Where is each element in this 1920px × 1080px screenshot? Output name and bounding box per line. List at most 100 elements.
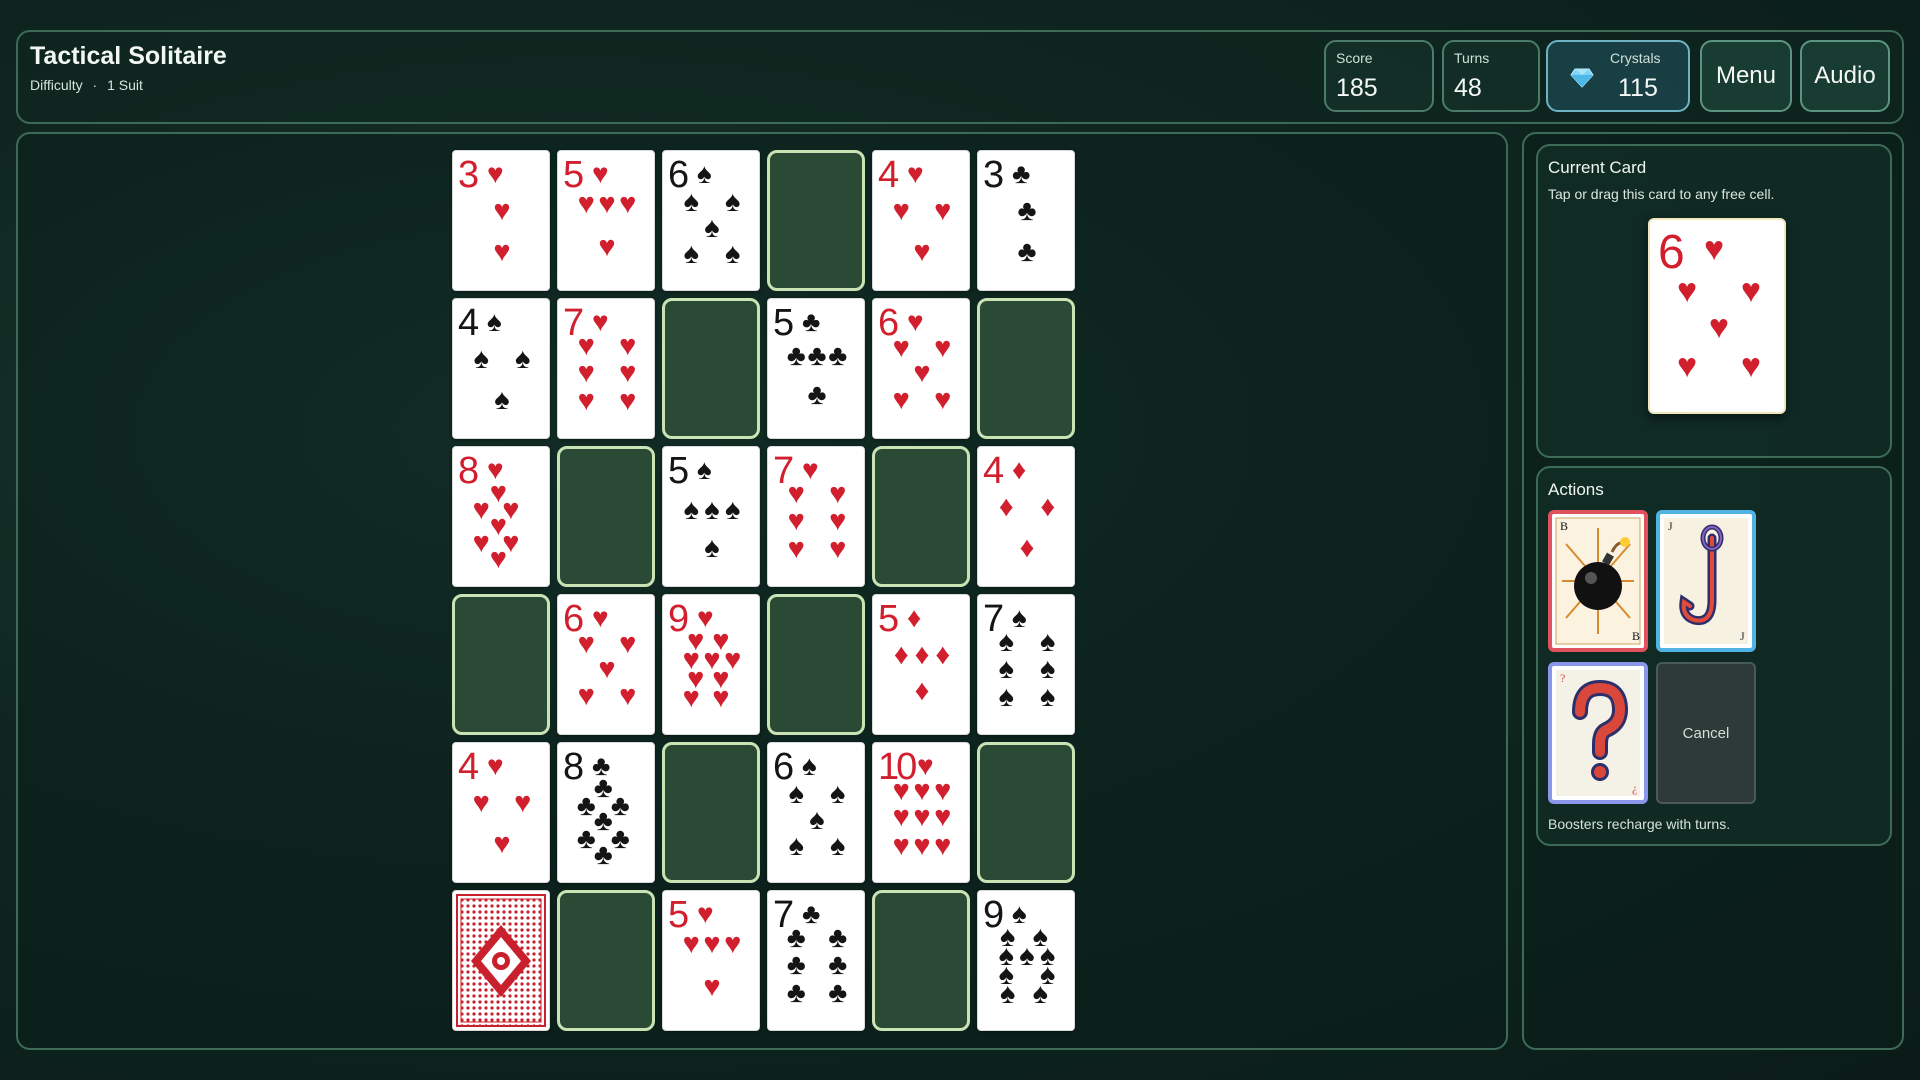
card-9-of-spades[interactable]: 9 ♠ ♠ ♠ ♠ ♠ ♠ ♠ ♠ ♠ ♠ [977, 890, 1075, 1031]
card-5-of-spades[interactable]: 5 ♠ ♠ ♠ ♠ ♠ [662, 446, 760, 587]
spades-pip-icon: ♠ [704, 211, 720, 244]
card-7-of-clubs[interactable]: 7 ♣ ♣ ♣ ♣ ♣ ♣ ♣ [767, 890, 865, 1031]
card-8-of-clubs[interactable]: 8 ♣ ♣ ♣ ♣ ♣ ♣ ♣ ♣ [557, 742, 655, 883]
actions-panel: Actions B B J J ? ¿ Cancel Boosters rech… [1536, 466, 1892, 846]
card-7-of-hearts[interactable]: 7 ♥ ♥ ♥ ♥ ♥ ♥ ♥ [557, 298, 655, 439]
clubs-pip-icon: ♣ [807, 378, 827, 411]
free-cell[interactable] [557, 446, 655, 587]
hearts-pip-icon: ♥ [682, 681, 700, 714]
clubs-suit-icon: ♣ [1012, 158, 1031, 189]
crystals-value: 115 [1618, 74, 1658, 102]
crystals-box[interactable]: Crystals 115 [1546, 40, 1690, 112]
diamonds-pip-icon: ♦ [914, 674, 930, 707]
face-down-card[interactable] [452, 890, 550, 1031]
hearts-pip-icon: ♥ [703, 970, 721, 1003]
crystal-icon [1570, 68, 1594, 88]
turns-value: 48 [1454, 74, 1482, 102]
spades-pip-icon: ♠ [725, 493, 741, 526]
current-card-hint: Tap or drag this card to any free cell. [1548, 186, 1775, 202]
game-board: 3 ♥ ♥ ♥ 5 ♥ ♥ ♥ ♥ ♥ 6 ♠ ♠ ♠ ♠ ♠ ♠ 4 ♥ ♥ ♥ ♥ 3 ♣ ♣ ♣ 4 ♠ ♠ ♠ ♠ 7 ♥ ♥ ♥ ♥ ♥ ♥ ♥ 5… [16, 132, 1508, 1050]
hearts-pip-icon: ♥ [493, 827, 511, 860]
card-6-of-spades[interactable]: 6 ♠ ♠ ♠ ♠ ♠ ♠ [662, 150, 760, 291]
spades-pip-icon: ♠ [1040, 680, 1056, 713]
card-4-of-spades[interactable]: 4 ♠ ♠ ♠ ♠ [452, 298, 550, 439]
hearts-pip-icon: ♥ [493, 235, 511, 268]
hearts-pip-icon: ♥ [619, 679, 637, 712]
crystals-label: Crystals [1610, 50, 1661, 66]
free-cell[interactable] [662, 298, 760, 439]
separator: · [92, 77, 98, 93]
card-4-of-hearts[interactable]: 4 ♥ ♥ ♥ ♥ [452, 742, 550, 883]
current-card-panel: Current Card Tap or drag this card to an… [1536, 144, 1892, 458]
free-cell[interactable] [977, 298, 1075, 439]
clubs-pip-icon: ♣ [828, 976, 848, 1009]
actions-note: Boosters recharge with turns. [1548, 816, 1731, 832]
spades-pip-icon: ♠ [788, 829, 804, 862]
free-cell[interactable] [872, 890, 970, 1031]
bomb-booster-button[interactable]: B B [1548, 510, 1648, 652]
diamonds-pip-icon: ♦ [1040, 491, 1056, 524]
card-5-of-hearts[interactable]: 5 ♥ ♥ ♥ ♥ ♥ [662, 890, 760, 1031]
spades-pip-icon: ♠ [725, 237, 741, 270]
card-10-of-hearts[interactable]: 10 ♥ ♥ ♥ ♥ ♥ ♥ ♥ ♥ ♥ ♥ [872, 742, 970, 883]
spades-suit-icon: ♠ [697, 454, 712, 485]
card-6-of-hearts[interactable]: 6 ♥ ♥ ♥ ♥ ♥ ♥ [872, 298, 970, 439]
spades-pip-icon: ♠ [683, 237, 699, 270]
hearts-pip-icon: ♥ [577, 384, 595, 417]
clubs-pip-icon: ♣ [786, 976, 806, 1009]
card-5-of-clubs[interactable]: 5 ♣ ♣ ♣ ♣ ♣ [767, 298, 865, 439]
card-4-of-hearts[interactable]: 4 ♥ ♥ ♥ ♥ [872, 150, 970, 291]
spades-pip-icon: ♠ [998, 680, 1014, 713]
svg-text:B: B [1632, 629, 1640, 643]
cancel-button[interactable]: Cancel [1656, 662, 1756, 804]
mystery-booster-button[interactable]: ? ¿ [1548, 662, 1648, 804]
spades-pip-icon: ♠ [683, 185, 699, 218]
free-cell[interactable] [662, 742, 760, 883]
hearts-suit-icon: ♥ [697, 898, 714, 929]
card-5-of-hearts[interactable]: 5 ♥ ♥ ♥ ♥ ♥ [557, 150, 655, 291]
card-7-of-spades[interactable]: 7 ♠ ♠ ♠ ♠ ♠ ♠ ♠ [977, 594, 1075, 735]
bomb-icon: B B [1555, 517, 1641, 645]
card-6-of-hearts[interactable]: 6 ♥ ♥ ♥ ♥ ♥ ♥ [557, 594, 655, 735]
free-cell[interactable] [767, 594, 865, 735]
free-cell[interactable] [767, 150, 865, 291]
card-9-of-hearts[interactable]: 9 ♥ ♥ ♥ ♥ ♥ ♥ ♥ ♥ ♥ ♥ [662, 594, 760, 735]
spades-pip-icon: ♠ [830, 777, 846, 810]
card-7-of-hearts[interactable]: 7 ♥ ♥ ♥ ♥ ♥ ♥ ♥ [767, 446, 865, 587]
turns-box: Turns 48 [1442, 40, 1540, 112]
difficulty-info: Difficulty · 1 Suit [30, 77, 143, 93]
card-rank: 8 [458, 450, 479, 492]
game-title: Tactical Solitaire [30, 42, 227, 70]
card-rank: 3 [458, 154, 479, 196]
turns-label: Turns [1454, 50, 1490, 66]
card-back-pattern-icon [456, 894, 546, 1027]
menu-button[interactable]: Menu [1700, 40, 1792, 112]
card-rank: 5 [668, 450, 689, 492]
question-mark-icon: ? ¿ [1556, 670, 1640, 796]
card-8-of-hearts[interactable]: 8 ♥ ♥ ♥ ♥ ♥ ♥ ♥ ♥ [452, 446, 550, 587]
spades-pip-icon: ♠ [494, 383, 510, 416]
clubs-pip-icon: ♣ [828, 339, 848, 372]
card-4-of-diamonds[interactable]: 4 ♦ ♦ ♦ ♦ [977, 446, 1075, 587]
card-3-of-clubs[interactable]: 3 ♣ ♣ ♣ [977, 150, 1075, 291]
card-3-of-hearts[interactable]: 3 ♥ ♥ ♥ [452, 150, 550, 291]
free-cell[interactable] [452, 594, 550, 735]
spades-pip-icon: ♠ [1032, 977, 1049, 1010]
free-cell[interactable] [872, 446, 970, 587]
hearts-pip-icon: ♥ [1740, 346, 1761, 385]
card-rank: 4 [983, 450, 1004, 492]
card-5-of-diamonds[interactable]: 5 ♦ ♦ ♦ ♦ ♦ [872, 594, 970, 735]
diamonds-suit-icon: ♦ [907, 602, 922, 633]
hearts-pip-icon: ♥ [1708, 308, 1730, 347]
free-cell[interactable] [977, 742, 1075, 883]
svg-text:J: J [1668, 519, 1673, 533]
hearts-pip-icon: ♥ [472, 787, 490, 820]
hearts-pip-icon: ♥ [1676, 271, 1698, 310]
free-cell[interactable] [557, 890, 655, 1031]
spades-pip-icon: ♠ [704, 531, 720, 564]
hook-booster-button[interactable]: J J [1656, 510, 1756, 652]
hearts-pip-icon: ♥ [913, 235, 931, 268]
audio-button[interactable]: Audio [1800, 40, 1890, 112]
current-card[interactable]: 6 ♥ ♥ ♥ ♥ ♥ ♥ [1648, 218, 1786, 414]
card-6-of-spades[interactable]: 6 ♠ ♠ ♠ ♠ ♠ ♠ [767, 742, 865, 883]
